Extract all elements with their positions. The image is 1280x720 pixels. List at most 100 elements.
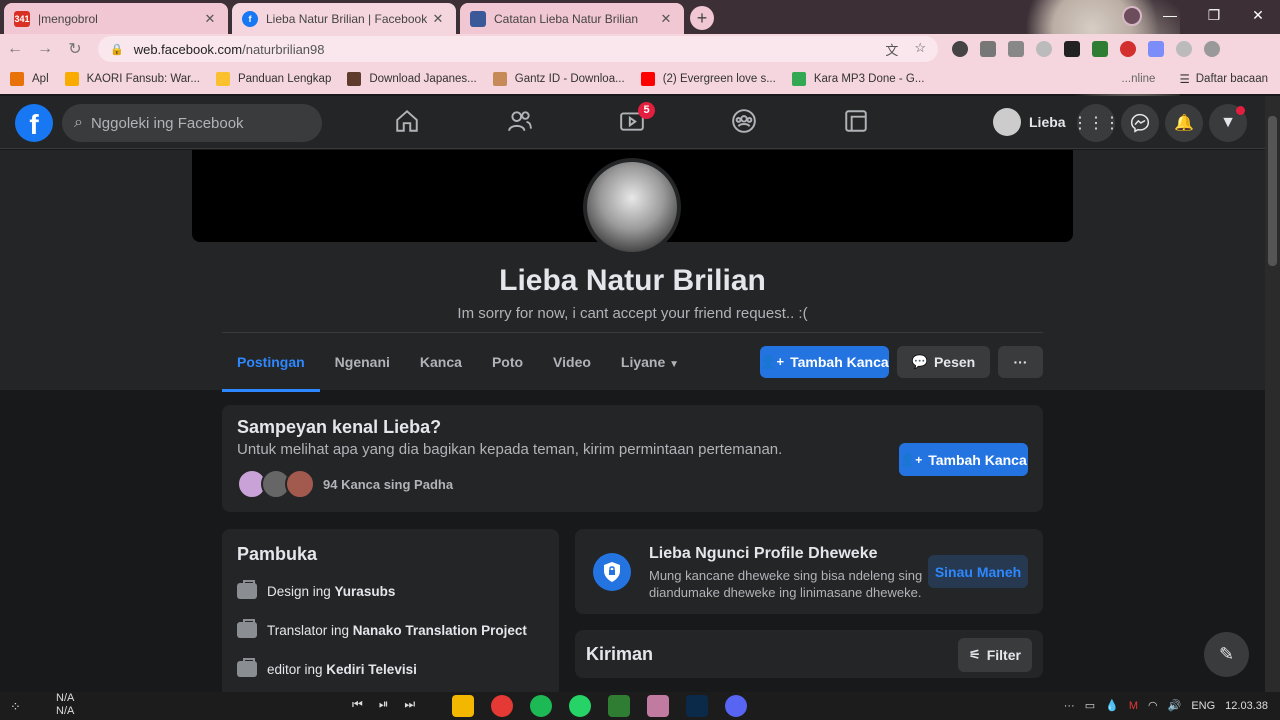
intro-title: Pambuka	[237, 544, 318, 564]
play-pause-icon[interactable]: ⏯	[379, 697, 389, 712]
antivirus-icon[interactable]: M	[1129, 700, 1138, 712]
tab-photos[interactable]: Poto	[477, 340, 538, 390]
bookmark-item[interactable]: Gantz ID - Downloa...	[492, 72, 625, 86]
tab-videos[interactable]: Video	[538, 340, 606, 390]
drive-icon	[791, 72, 806, 86]
workplace-link[interactable]: Kediri Televisi	[326, 662, 417, 677]
bookmark-item[interactable]: Panduan Lengkap	[215, 72, 331, 86]
friends-icon[interactable]	[507, 108, 537, 138]
reading-list-button[interactable]: Daftar bacaan	[1196, 73, 1268, 85]
browser-tab-notes[interactable]: Catatan Lieba Natur Brilian ✕	[460, 3, 684, 34]
app-icon[interactable]	[491, 695, 513, 717]
tab-posts[interactable]: Postingan	[222, 340, 320, 392]
next-track-icon[interactable]: ⏭	[404, 697, 415, 712]
extension-icon[interactable]	[1036, 41, 1052, 57]
back-icon[interactable]: ←	[0, 40, 30, 58]
file-explorer-icon[interactable]	[452, 695, 474, 717]
profile-name: Lieba Natur Brilian	[499, 264, 766, 297]
workplace-link[interactable]: Yurasubs	[335, 584, 396, 599]
home-icon[interactable]	[394, 108, 424, 138]
bookmark-item[interactable]: Apl	[10, 72, 49, 86]
browser-tab-facebook[interactable]: f Lieba Natur Brilian | Facebook ✕	[232, 3, 456, 34]
browser-profile-icon[interactable]	[1122, 6, 1142, 26]
extension-icon[interactable]	[1008, 41, 1024, 57]
start-menu-icon[interactable]: ⁘	[10, 699, 21, 715]
translate-icon[interactable]: 文	[885, 40, 898, 59]
sliders-icon: ⚟	[969, 647, 981, 662]
profile-divider	[222, 332, 1043, 333]
previous-track-icon[interactable]: ⏮	[352, 697, 363, 712]
profile-shortcut[interactable]: Lieba	[993, 108, 1066, 136]
extension-icon[interactable]	[1176, 41, 1192, 57]
bookmark-item[interactable]: Kara MP3 Done - G...	[791, 72, 924, 86]
wifi-icon[interactable]: ◠	[1148, 699, 1158, 712]
bookmark-favicon-icon	[64, 72, 79, 86]
menu-grid-icon[interactable]: ⋮⋮⋮	[1072, 104, 1120, 142]
clock[interactable]: 12.03.38	[1225, 700, 1268, 712]
profile-picture[interactable]	[583, 158, 681, 256]
close-tab-icon[interactable]: ✕	[202, 11, 218, 27]
extension-icon[interactable]	[1120, 41, 1136, 57]
maximize-icon[interactable]: ❐	[1192, 0, 1236, 30]
whatsapp-icon[interactable]	[569, 695, 591, 717]
extension-icon[interactable]	[1092, 41, 1108, 57]
chrome-icon[interactable]	[647, 695, 669, 717]
new-message-compose-icon[interactable]: ✎	[1204, 632, 1249, 677]
reload-icon[interactable]: ↻	[60, 39, 90, 59]
account-menu-icon[interactable]: ▼	[1209, 104, 1247, 142]
page-scrollbar[interactable]	[1265, 96, 1280, 692]
browser-tab-chat[interactable]: 341 |mengobrol ✕	[4, 3, 228, 34]
close-tab-icon[interactable]: ✕	[430, 11, 446, 27]
tab-about[interactable]: Ngenani	[320, 340, 405, 390]
bookmark-star-icon[interactable]: ☆	[914, 40, 926, 59]
extension-icon[interactable]	[1148, 41, 1164, 57]
forward-icon[interactable]: →	[30, 40, 60, 58]
language-indicator[interactable]: ENG	[1191, 700, 1215, 712]
notifications-bell-icon[interactable]: 🔔	[1165, 104, 1203, 142]
learn-more-button[interactable]: Sinau Maneh	[928, 555, 1028, 588]
app-icon[interactable]	[608, 695, 630, 717]
extension-icon[interactable]	[952, 41, 968, 57]
gaming-icon[interactable]	[843, 108, 873, 138]
bookmark-partial[interactable]: ...nline	[1122, 73, 1156, 85]
extension-icon[interactable]	[1204, 41, 1220, 57]
add-friend-button[interactable]: 👤+ Tambah Kanca	[760, 346, 889, 378]
spotify-icon[interactable]	[530, 695, 552, 717]
watch-icon[interactable]: 5	[619, 102, 655, 138]
facebook-logo-icon[interactable]: f	[15, 104, 53, 142]
tab-more[interactable]: Liyane ▼	[606, 340, 694, 390]
scrollbar-thumb[interactable]	[1268, 116, 1277, 266]
message-button[interactable]: 💬 Pesen	[897, 346, 990, 378]
notification-dot	[1236, 106, 1245, 115]
battery-icon[interactable]: ▭	[1085, 699, 1095, 712]
groups-icon[interactable]	[731, 108, 761, 138]
discord-icon[interactable]	[725, 695, 747, 717]
bookmark-item[interactable]: KAORI Fansub: War...	[64, 72, 200, 86]
address-bar[interactable]: 🔒 web.facebook.com/naturbrilian98 文 ☆	[98, 36, 938, 62]
more-options-button[interactable]: ···	[998, 346, 1043, 378]
profile-tabs: Postingan Ngenani Kanca Poto Video Liyan…	[222, 340, 694, 392]
bookmark-item[interactable]: (2) Evergreen love s...	[640, 72, 776, 86]
close-tab-icon[interactable]: ✕	[658, 11, 674, 27]
photoshop-icon[interactable]	[686, 695, 708, 717]
filter-button[interactable]: ⚟ Filter	[958, 638, 1032, 672]
tab-title: Lieba Natur Brilian | Facebook	[266, 11, 428, 26]
overflow-icon[interactable]: ···	[1064, 700, 1075, 712]
workplace-link[interactable]: Nanako Translation Project	[353, 623, 527, 638]
volume-icon[interactable]: 🔊	[1168, 699, 1182, 712]
new-tab-button[interactable]: +	[690, 6, 714, 30]
know-card: Sampeyan kenal Lieba? Untuk melihat apa …	[222, 405, 1043, 512]
locked-profile-card: Lieba Ngunci Profile Dheweke Mung kancan…	[575, 529, 1043, 614]
extension-icon[interactable]	[980, 41, 996, 57]
extension-icon[interactable]	[1064, 41, 1080, 57]
tab-friends[interactable]: Kanca	[405, 340, 477, 390]
messenger-icon[interactable]	[1121, 104, 1159, 142]
search-input[interactable]: ⌕ Nggoleki ing Facebook	[62, 104, 322, 142]
search-icon: ⌕	[74, 114, 83, 131]
bookmark-item[interactable]: Download Japanes...	[347, 72, 477, 86]
mutual-friends[interactable]: 94 Kanca sing Padha	[237, 469, 453, 499]
close-window-icon[interactable]: ✕	[1236, 0, 1280, 30]
drop-icon[interactable]: 💧	[1105, 699, 1119, 712]
add-friend-button[interactable]: 👤+ Tambah Kanca	[899, 443, 1028, 476]
minimize-icon[interactable]: —	[1148, 0, 1192, 30]
